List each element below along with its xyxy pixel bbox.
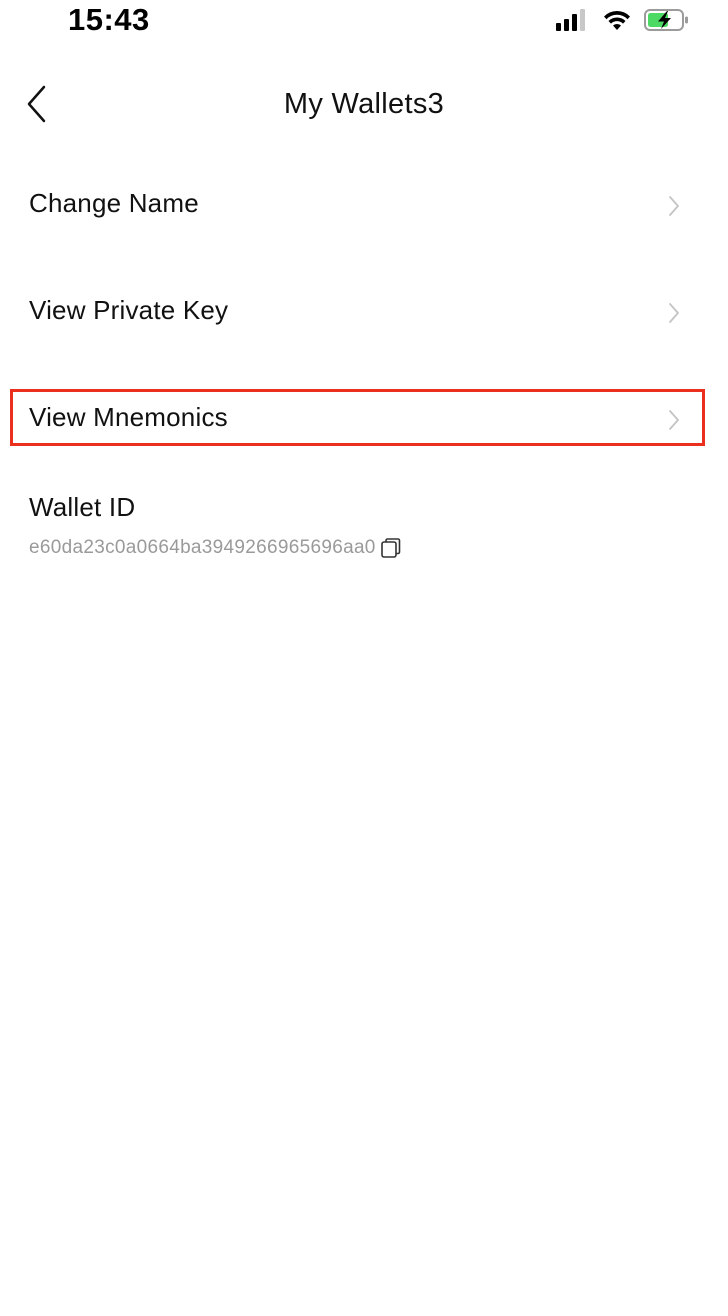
change-name-label: Change Name [29,188,199,218]
nav-bar: My Wallets3 [0,72,728,140]
view-private-key-label: View Private Key [29,295,229,325]
page-title: My Wallets3 [283,88,445,120]
change-name-row[interactable]: Change Name [0,178,728,234]
copy-icon[interactable] [380,537,402,559]
wallet-id-value: e60da23c0a0664ba3949266965696aa0 [29,537,376,558]
status-bar: 15:43 [0,0,728,44]
chevron-right-icon [666,408,682,432]
status-time: 15:43 [68,2,150,37]
signal-icon [556,9,590,31]
view-private-key-row[interactable]: View Private Key [0,285,728,341]
status-icons [556,6,690,34]
battery-charging-icon [644,8,690,32]
view-mnemonics-row[interactable]: View Mnemonics [0,392,728,448]
wallet-id-row: e60da23c0a0664ba3949266965696aa0 [29,536,402,560]
chevron-right-icon [666,194,682,218]
view-mnemonics-label: View Mnemonics [29,402,228,432]
wallet-id-label: Wallet ID [29,492,136,522]
chevron-right-icon [666,301,682,325]
wifi-icon [602,9,632,31]
